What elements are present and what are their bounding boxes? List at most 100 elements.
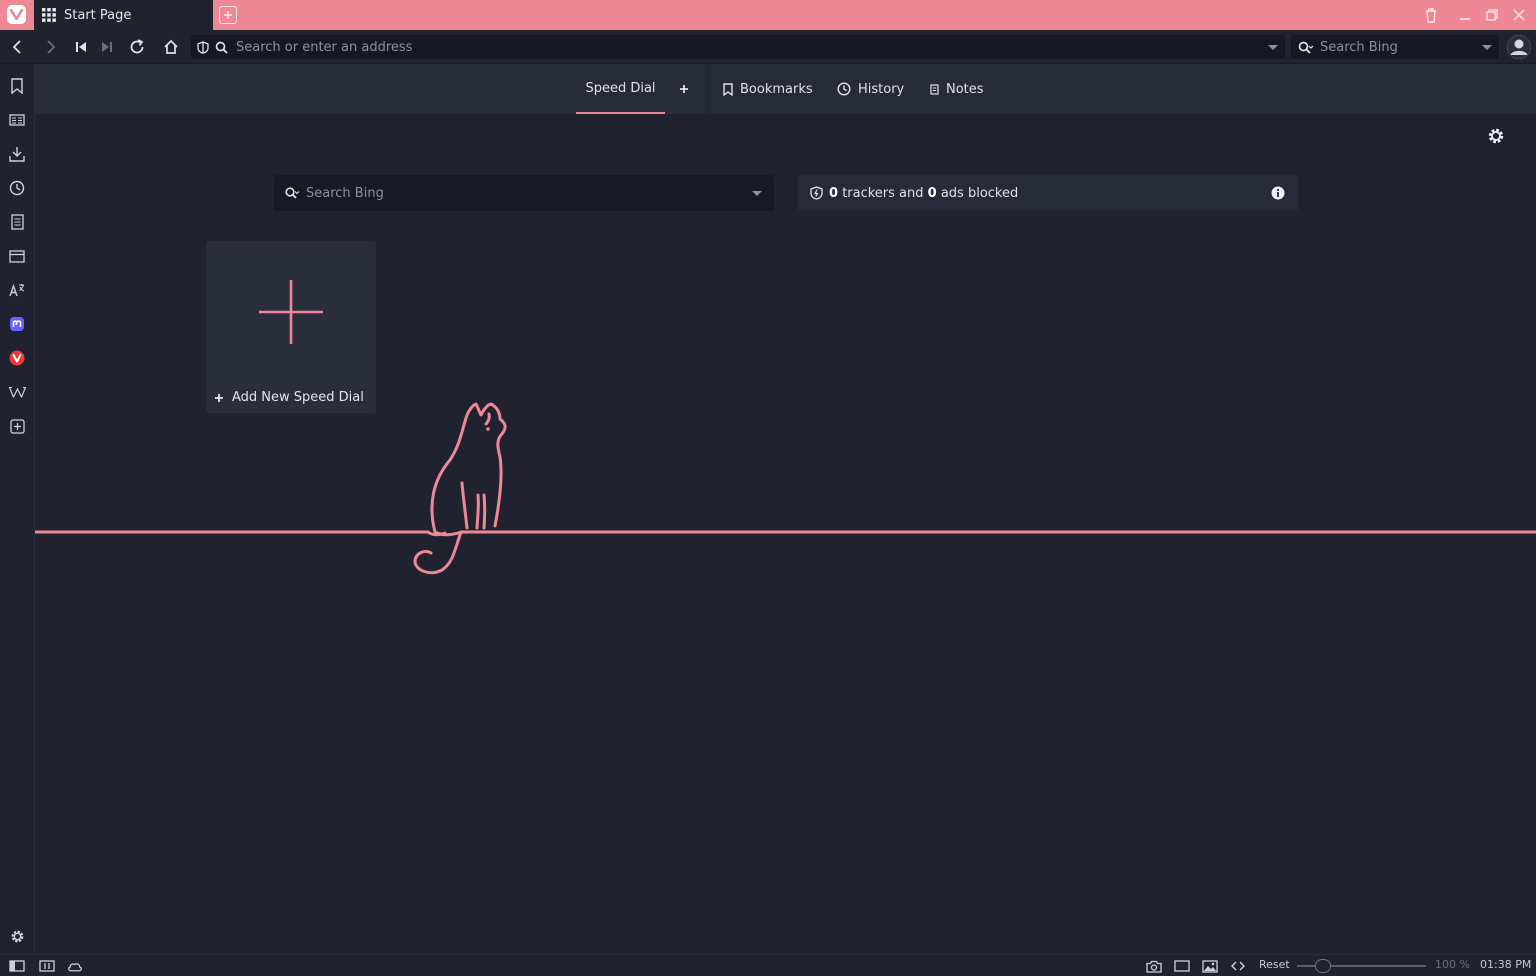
reload-button[interactable]	[127, 37, 147, 57]
cloud-icon	[68, 962, 82, 971]
toggle-panel-button[interactable]	[9, 958, 25, 974]
downloads-panel-button[interactable]	[8, 145, 26, 163]
gear-icon	[11, 930, 23, 942]
capture-button[interactable]	[1146, 958, 1162, 974]
large-plus-icon	[259, 280, 323, 344]
images-toggle-button[interactable]	[1202, 958, 1218, 974]
back-button[interactable]	[7, 37, 27, 57]
panel-toggle-icon	[9, 960, 25, 972]
tab-bar: Start Page	[0, 0, 1536, 30]
tab-history[interactable]: History	[837, 64, 904, 114]
tab-start-page[interactable]: Start Page	[34, 0, 213, 30]
notes-icon	[930, 83, 939, 95]
tab-title: Start Page	[64, 7, 132, 23]
vivaldi-menu-button[interactable]	[7, 5, 26, 24]
history-icon	[9, 180, 25, 196]
add-web-panel-button[interactable]	[8, 417, 26, 435]
search-icon	[215, 41, 228, 54]
tab-bookmarks[interactable]: Bookmarks	[723, 64, 813, 114]
tab-notes[interactable]: Notes	[930, 64, 984, 114]
history-panel-button[interactable]	[8, 179, 26, 197]
mastodon-icon	[10, 317, 24, 331]
tracker-count: 0 trackers and 0 ads blocked	[829, 185, 1019, 201]
search-dropdown-icon[interactable]	[1482, 45, 1492, 50]
add-speed-dial-group-button[interactable]	[679, 64, 689, 114]
reading-list-icon	[9, 114, 25, 126]
bookmarks-panel-button[interactable]	[8, 77, 26, 95]
vivaldi-logo-icon	[10, 9, 23, 20]
wikipedia-icon	[8, 387, 26, 398]
code-icon	[1231, 961, 1245, 971]
fast-forward-icon	[102, 42, 112, 52]
address-bar-row: Search or enter an address Search Bing	[0, 30, 1536, 64]
search-dropdown-icon[interactable]	[752, 191, 762, 196]
search-engine-icon[interactable]	[1298, 41, 1314, 54]
page-tiling-button[interactable]	[1174, 958, 1190, 974]
tab-speed-dial-label: Speed Dial	[585, 80, 656, 96]
user-icon	[1507, 35, 1531, 59]
status-bar: Reset 100 % 01:38 PM	[0, 954, 1536, 976]
mastodon-panel-button[interactable]	[8, 315, 26, 333]
restore-icon	[1486, 9, 1498, 21]
cat-on-line-illustration	[35, 402, 1536, 575]
page-actions-button[interactable]	[1230, 958, 1246, 974]
zoom-slider-thumb[interactable]	[1315, 959, 1331, 973]
wikipedia-panel-button[interactable]	[8, 383, 26, 401]
translate-icon	[9, 283, 25, 297]
vivaldi-icon	[9, 350, 25, 366]
minimize-icon	[1460, 18, 1470, 20]
zoom-level: 100 %	[1435, 958, 1470, 971]
reading-list-panel-button[interactable]	[8, 111, 26, 129]
forward-button[interactable]	[41, 37, 61, 57]
translate-panel-button[interactable]	[8, 281, 26, 299]
bookmark-icon	[723, 82, 733, 96]
close-icon	[1513, 9, 1525, 21]
tracker-blocker-status[interactable]: 0 trackers and 0 ads blocked	[798, 175, 1298, 211]
notes-panel-button[interactable]	[8, 213, 26, 231]
restore-button[interactable]	[1483, 6, 1501, 24]
rewind-icon	[76, 42, 86, 52]
rewind-button[interactable]	[71, 37, 91, 57]
back-arrow-icon	[12, 40, 21, 54]
tab-tiling-button[interactable]	[39, 958, 55, 974]
vivaldi-social-panel-button[interactable]	[8, 349, 26, 367]
forward-arrow-icon	[47, 40, 56, 54]
shield-icon[interactable]	[197, 40, 209, 54]
fast-forward-button[interactable]	[97, 37, 117, 57]
trash-icon	[1426, 8, 1436, 23]
closed-tabs-trash-button[interactable]	[1422, 6, 1440, 24]
tab-bookmarks-label: Bookmarks	[740, 81, 813, 97]
address-field[interactable]: Search or enter an address	[191, 35, 1285, 59]
image-icon	[1202, 959, 1218, 973]
notes-icon	[10, 214, 24, 230]
clock[interactable]: 01:38 PM	[1480, 958, 1531, 971]
plus-icon	[224, 11, 232, 19]
bookmarks-icon	[11, 78, 23, 94]
minimize-button[interactable]	[1456, 6, 1474, 24]
camera-icon	[1146, 960, 1162, 973]
tab-notes-label: Notes	[946, 81, 984, 97]
header-divider	[707, 64, 708, 114]
gear-icon	[1488, 128, 1504, 144]
settings-button[interactable]	[8, 927, 26, 945]
search-engine-field[interactable]: Search Bing	[1291, 35, 1499, 59]
home-button[interactable]	[161, 37, 181, 57]
start-page-search-placeholder: Search Bing	[306, 185, 384, 201]
close-window-button[interactable]	[1510, 6, 1528, 24]
start-page-settings-button[interactable]	[1487, 127, 1505, 145]
page-tile-icon	[1174, 960, 1190, 972]
add-speed-dial-tile[interactable]: Add New Speed Dial	[206, 241, 376, 413]
start-page-search-field[interactable]: Search Bing	[274, 175, 774, 211]
address-dropdown-icon[interactable]	[1268, 45, 1278, 50]
search-engine-icon[interactable]	[285, 186, 300, 200]
new-tab-button[interactable]	[219, 6, 237, 24]
tab-history-label: History	[858, 81, 905, 97]
side-panel	[0, 64, 35, 954]
profile-avatar[interactable]	[1507, 35, 1531, 59]
info-icon[interactable]	[1271, 186, 1285, 200]
zoom-reset-button[interactable]: Reset	[1259, 958, 1290, 971]
window-panel-button[interactable]	[8, 247, 26, 265]
sync-button[interactable]	[67, 958, 83, 974]
tab-speed-dial[interactable]: Speed Dial	[576, 64, 665, 114]
speed-dial-grid-icon	[42, 8, 56, 22]
